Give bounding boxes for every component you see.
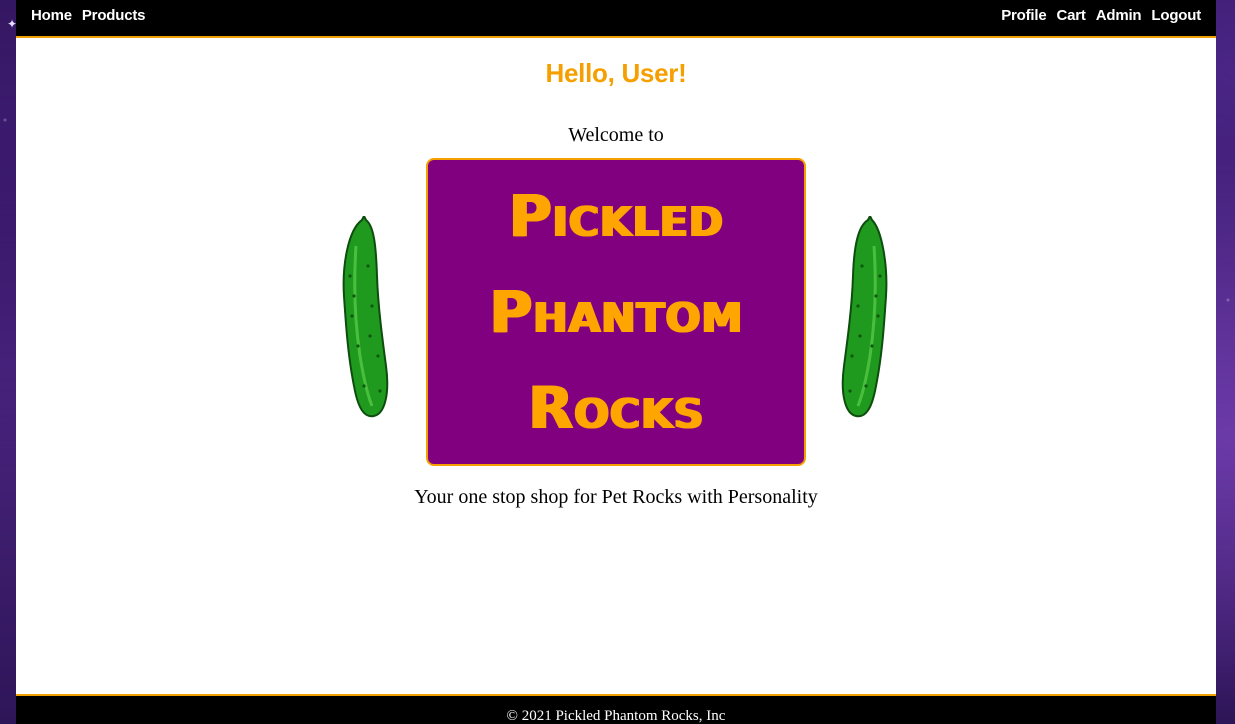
pickle-icon <box>342 216 389 418</box>
top-navbar: Home Products Profile Cart Admin Logout <box>16 0 1216 38</box>
greeting-heading: Hello, User! <box>545 58 687 88</box>
logo-line-2: Phantom <box>489 278 743 346</box>
tagline-text: Your one stop shop for Pet Rocks with Pe… <box>414 486 818 508</box>
footer: © 2021 Pickled Phantom Rocks, Inc <box>16 694 1216 724</box>
nav-link-admin[interactable]: Admin <box>1096 7 1142 24</box>
copyright-text: © 2021 Pickled Phantom Rocks, Inc <box>506 708 726 724</box>
nav-link-cart[interactable]: Cart <box>1057 7 1086 24</box>
logo-line-1: Pickled <box>508 182 724 250</box>
logo-line-3: Rocks <box>528 374 704 442</box>
nav-right-group: Profile Cart Admin Logout <box>1001 7 1201 24</box>
welcome-text: Welcome to <box>568 124 664 146</box>
nav-link-profile[interactable]: Profile <box>1001 7 1046 24</box>
page-container: Home Products Profile Cart Admin Logout … <box>16 0 1216 724</box>
nav-link-products[interactable]: Products <box>82 7 146 24</box>
brand-logo: Pickled Phantom Rocks <box>426 158 806 466</box>
nav-link-home[interactable]: Home <box>31 7 72 24</box>
nav-left-group: Home Products <box>31 7 145 24</box>
pickle-icon <box>841 216 888 418</box>
nav-link-logout[interactable]: Logout <box>1151 7 1201 24</box>
